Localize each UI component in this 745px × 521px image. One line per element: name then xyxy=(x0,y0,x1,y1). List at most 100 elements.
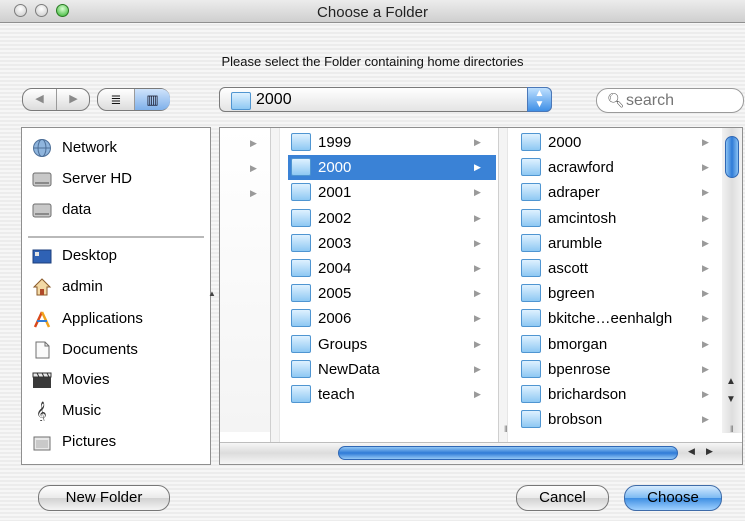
disclosure-arrow-icon: ▶ xyxy=(702,263,709,273)
cancel-button[interactable]: Cancel xyxy=(516,485,609,511)
folder-row[interactable]: 2003 ▶ xyxy=(288,231,496,256)
folder-name: Groups xyxy=(318,335,368,353)
horizontal-scrollbar[interactable]: ◀ ▶ xyxy=(220,442,742,464)
folder-icon xyxy=(521,133,541,151)
column-view-button[interactable]: ▥ xyxy=(135,89,170,110)
pictures-icon xyxy=(33,436,51,451)
disclosure-arrow-icon: ▶ xyxy=(474,288,481,299)
vertical-scroll-thumb[interactable] xyxy=(725,136,739,178)
column-divider xyxy=(270,128,280,448)
folder-icon xyxy=(291,208,311,227)
window-title: Choose a Folder xyxy=(317,4,428,21)
folder-name: brobson xyxy=(548,411,603,429)
hard-drive-icon xyxy=(32,172,52,187)
scroll-down-arrow-icon[interactable]: ▼ xyxy=(726,394,736,405)
popup-stepper-icon: ▲ ▼ xyxy=(527,87,552,112)
disclosure-arrow-icon: ▶ xyxy=(702,338,709,349)
folder-row[interactable]: 2001 ▶ xyxy=(288,180,496,205)
back-arrow-icon: ◀ xyxy=(35,93,44,105)
folder-row[interactable]: teach ▶ xyxy=(288,382,496,407)
folder-name: bpenrose xyxy=(548,360,611,378)
folder-name: bgreen xyxy=(548,285,595,303)
sidebar-resize-arrow-icon: ▲ xyxy=(208,289,216,298)
view-mode-segmented-control: ≣ ▥ xyxy=(97,88,170,111)
svg-text:𝄞: 𝄞 xyxy=(36,402,47,421)
disclosure-arrow-icon: ▶ xyxy=(702,237,709,248)
folder-icon xyxy=(291,259,311,277)
forward-arrow-icon: ▶ xyxy=(69,93,78,105)
network-globe-icon xyxy=(33,139,51,157)
sidebar-item-label: Movies xyxy=(62,371,110,388)
column-resize-grip-icon[interactable]: ǁ xyxy=(730,424,734,434)
folder-name: arumble xyxy=(548,234,603,252)
disclosure-arrow-icon: ▶ xyxy=(474,389,481,399)
folder-icon xyxy=(291,359,311,378)
folder-row[interactable]: 1999 ▶ xyxy=(288,130,496,155)
new-folder-button[interactable]: New Folder xyxy=(38,485,170,511)
disclosure-arrow-icon: ▶ xyxy=(702,288,709,299)
folder-row[interactable]: NewData ▶ xyxy=(288,357,496,382)
back-button[interactable]: ◀ xyxy=(23,89,57,110)
scroll-right-arrow-icon[interactable]: ▶ xyxy=(706,446,713,457)
sidebar-item-label: Music xyxy=(62,402,102,419)
folder-row[interactable]: ascott ▶ xyxy=(518,256,722,281)
vertical-scrollbar[interactable]: ▲ ▼ xyxy=(722,128,742,433)
choose-button[interactable]: Choose xyxy=(624,485,722,511)
folder-icon xyxy=(291,284,311,303)
sidebar-item-label: Desktop xyxy=(62,247,118,264)
disclosure-arrow-icon: ▶ xyxy=(474,237,481,248)
forward-button[interactable]: ▶ xyxy=(57,89,90,110)
folder-row[interactable]: bpenrose ▶ xyxy=(518,357,722,382)
folder-row[interactable]: brichardson ▶ xyxy=(518,382,722,407)
scroll-up-arrow-icon[interactable]: ▲ xyxy=(726,376,736,387)
sidebar-item-label: admin xyxy=(62,278,103,295)
folder-row[interactable]: 2005 ▶ xyxy=(288,281,496,306)
folder-name: 1999 xyxy=(318,134,352,151)
folder-row[interactable]: 2004 ▶ xyxy=(288,256,496,281)
sidebar-item-label: data xyxy=(62,201,92,218)
search-input[interactable] xyxy=(624,91,738,111)
folder-row[interactable]: arumble ▶ xyxy=(518,231,722,256)
folder-icon xyxy=(291,385,311,403)
sidebar-item-label: Network xyxy=(62,139,118,156)
folder-row[interactable]: 2006 ▶ xyxy=(288,306,496,331)
scroll-left-arrow-icon[interactable]: ◀ xyxy=(688,446,695,457)
folder-row[interactable]: 2000 ▶ xyxy=(288,155,496,181)
disclosure-arrow-icon: ▶ xyxy=(702,137,709,147)
folder-row[interactable]: amcintosh ▶ xyxy=(518,206,722,231)
folder-icon xyxy=(521,385,541,403)
folder-name: acrawford xyxy=(548,159,614,177)
folder-row[interactable]: bmorgan ▶ xyxy=(518,332,722,357)
folder-name: 2006 xyxy=(318,310,352,328)
folder-row[interactable]: acrawford ▶ xyxy=(518,155,722,180)
folder-name: bmorgan xyxy=(548,335,608,353)
sidebar-divider xyxy=(28,236,204,238)
column-divider xyxy=(498,128,508,448)
horizontal-scroll-thumb[interactable] xyxy=(338,446,678,460)
folder-icon xyxy=(291,133,311,151)
path-popup-menu[interactable]: 2000 ▲ ▼ xyxy=(219,87,552,112)
folder-icon xyxy=(521,284,541,303)
disclosure-arrow-icon: ▶ xyxy=(250,138,257,148)
folder-name: bkitche…eenhalgh xyxy=(548,310,673,328)
folder-icon xyxy=(291,158,311,177)
disclosure-arrow-icon: ▶ xyxy=(702,187,709,198)
list-view-button[interactable]: ≣ xyxy=(98,89,135,110)
disclosure-arrow-icon: ▶ xyxy=(702,162,709,173)
folder-icon xyxy=(291,233,311,252)
folder-row[interactable]: 2000 ▶ xyxy=(518,130,722,155)
column-resize-grip-icon[interactable]: ǁ xyxy=(504,424,508,434)
folder-row[interactable]: Groups ▶ xyxy=(288,332,496,357)
folder-icon xyxy=(521,309,541,328)
search-field[interactable]: 🔍︎ xyxy=(596,88,744,113)
disclosure-arrow-icon: ▶ xyxy=(702,363,709,374)
navigation-segmented-control: ◀ ▶ xyxy=(22,88,90,111)
folder-row[interactable]: bgreen ▶ xyxy=(518,281,722,306)
disclosure-arrow-icon: ▶ xyxy=(250,188,257,198)
title-bar: Choose a Folder xyxy=(0,0,745,23)
folder-row[interactable]: brobson ▶ xyxy=(518,407,722,432)
folder-row[interactable]: bkitche…eenhalgh ▶ xyxy=(518,306,722,331)
folder-row[interactable]: adraper ▶ xyxy=(518,180,722,205)
folder-row[interactable]: 2002 ▶ xyxy=(288,206,496,231)
browser-column-parent: ▶ ▶ ▶ ǁ xyxy=(220,128,279,434)
